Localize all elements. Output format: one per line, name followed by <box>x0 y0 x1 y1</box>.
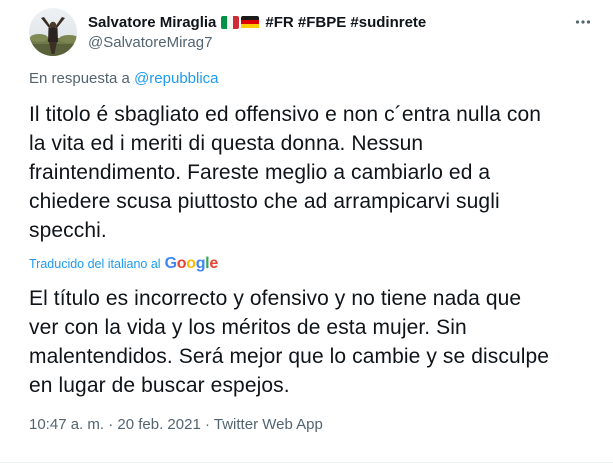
tweet-text-original: Il titolo é sbagliato ed offensivo e non… <box>29 100 599 245</box>
translation-attribution[interactable]: Traducido del italiano al Google <box>29 255 218 273</box>
avatar[interactable] <box>29 8 77 56</box>
more-dots-icon <box>575 20 591 24</box>
tweet-card: Salvatore Miraglia #FR #FBPE #sudinrete … <box>0 0 613 463</box>
more-options-button[interactable] <box>571 10 595 34</box>
translated-line: El título es incorrecto y ofensivo y no … <box>29 287 522 310</box>
flag-emojis <box>221 15 260 29</box>
translated-line: ver con la vida y los méritos de esta mu… <box>29 316 467 339</box>
tweet-date[interactable]: 20 feb. 2021 <box>117 416 200 433</box>
tweet-metadata: 10:47 a. m. · 20 feb. 2021 · Twitter Web… <box>29 416 323 433</box>
name-hashtags: #FR #FBPE #sudinrete <box>265 13 427 31</box>
tweet-line: specchi. <box>29 219 107 242</box>
tweet-source[interactable]: Twitter Web App <box>214 416 323 433</box>
reply-context: En respuesta a @repubblica <box>29 70 219 87</box>
separator-dot: · <box>108 416 114 433</box>
reply-target-link[interactable]: @repubblica <box>134 70 218 87</box>
germany-flag-icon <box>241 15 260 29</box>
user-handle[interactable]: @SalvatoreMirag7 <box>88 34 573 51</box>
avatar-image <box>29 8 77 56</box>
tweet-line: la vita ed i meriti di questa donna. Nes… <box>29 132 424 155</box>
reply-prefix: En respuesta a <box>29 70 130 87</box>
italy-flag-icon <box>221 15 240 29</box>
translation-label: Traducido del italiano al <box>29 257 161 271</box>
tweet-line: Il titolo é sbagliato ed offensivo e non… <box>29 103 542 126</box>
display-name[interactable]: Salvatore Miraglia <box>88 14 216 31</box>
name-row: Salvatore Miraglia #FR #FBPE #sudinrete <box>88 12 573 32</box>
tweet-header: Salvatore Miraglia #FR #FBPE #sudinrete … <box>88 12 573 52</box>
tweet-line: fraintendimento. Fareste meglio a cambia… <box>29 161 491 184</box>
tweet-time[interactable]: 10:47 a. m. <box>29 416 104 433</box>
translated-line: en lugar de buscar espejos. <box>29 374 290 397</box>
google-logo-icon: Google <box>164 255 219 272</box>
tweet-line: chiedere scusa piuttosto che ad arrampic… <box>29 190 500 213</box>
separator-dot: · <box>204 416 210 433</box>
tweet-text-translated: El título es incorrecto y ofensivo y no … <box>29 284 589 400</box>
translated-line: malentendidos. Será mejor que lo cambie … <box>29 345 550 368</box>
